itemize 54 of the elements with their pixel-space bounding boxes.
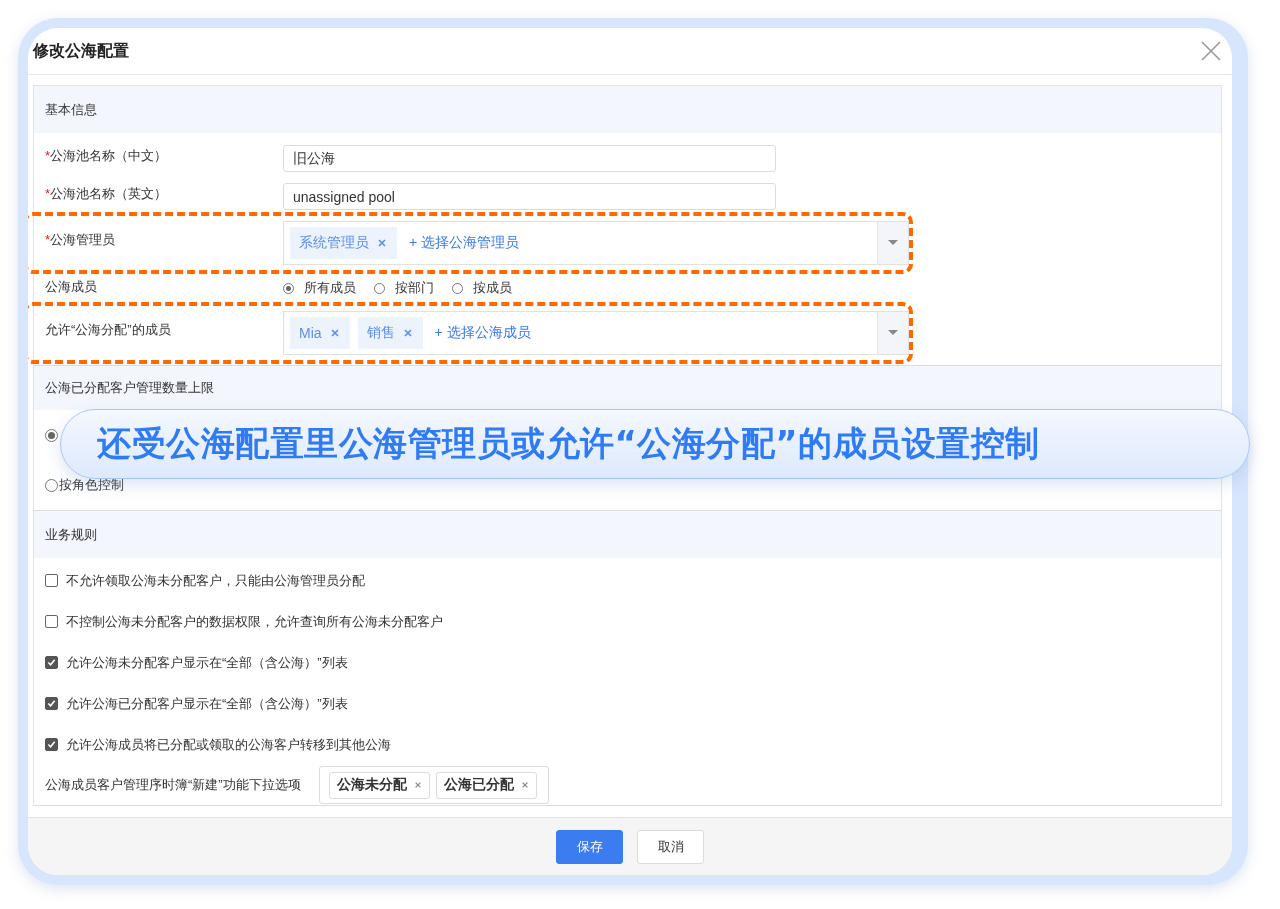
remove-icon[interactable] <box>413 781 422 789</box>
add-link[interactable]: + 选择公海成员 <box>434 324 531 342</box>
radio-option[interactable]: 按成员 <box>452 279 512 297</box>
radio-option[interactable]: 所有成员 <box>283 279 356 297</box>
remove-icon[interactable] <box>520 781 529 789</box>
checkbox[interactable] <box>45 656 58 669</box>
checkbox-label: 允许公海未分配客户显示在“全部（含公海）”列表 <box>66 653 348 672</box>
text-input[interactable]: unassigned pool <box>283 183 776 210</box>
caret-icon <box>888 330 898 336</box>
callout-text: 还受公海配置里公海管理员或允许“公海分配”的成员设置控制 <box>97 422 1040 465</box>
field-label: *公海池名称（英文） <box>44 185 169 203</box>
radio-icon[interactable] <box>374 282 385 294</box>
radio-label[interactable]: 按角色控制 <box>59 476 124 494</box>
radio-icon[interactable] <box>45 428 58 442</box>
checkbox[interactable] <box>45 738 58 751</box>
checkbox-label: 不控制公海未分配客户的数据权限，允许查询所有公海未分配客户 <box>66 612 443 631</box>
multi-select[interactable]: 系统管理员 + 选择公海管理员 <box>283 221 909 265</box>
radio-icon[interactable] <box>452 282 463 294</box>
checkbox[interactable] <box>45 615 58 628</box>
dropdown-toggle[interactable] <box>877 312 908 354</box>
section-title: 公海已分配客户管理数量上限 <box>45 379 214 397</box>
checkbox-label: 允许公海已分配客户显示在“全部（含公海）”列表 <box>66 694 348 713</box>
remove-icon[interactable] <box>329 328 340 338</box>
selected-tag: 销售 <box>357 317 423 349</box>
field-label: *公海池名称（中文） <box>44 147 169 165</box>
checkbox[interactable] <box>45 574 58 587</box>
section-title: 业务规则 <box>45 525 97 544</box>
radio-icon[interactable] <box>45 478 58 492</box>
multi-select[interactable]: Mia 销售 + 选择公海成员 <box>283 311 909 355</box>
option-tag: 公海已分配 <box>435 771 537 799</box>
cancel-button[interactable]: 取消 <box>637 829 704 864</box>
dropdown-toggle[interactable] <box>877 222 908 264</box>
caret-icon <box>888 240 898 246</box>
save-button[interactable]: 保存 <box>556 829 623 864</box>
tag-input[interactable]: 公海未分配 公海已分配 <box>318 766 549 804</box>
dialog-title: 修改公海配置 <box>33 40 129 61</box>
checkbox[interactable] <box>45 697 58 710</box>
add-link[interactable]: + 选择公海管理员 <box>409 234 520 252</box>
checkbox-label: 允许公海成员将已分配或领取的公海客户转移到其他公海 <box>66 735 391 754</box>
radio-option[interactable]: 按部门 <box>374 279 434 297</box>
field-label: 公海成员 <box>44 278 98 296</box>
field-label: 允许“公海分配”的成员 <box>44 321 172 339</box>
field-label: 公海成员客户管理序时簿“新建”功能下拉选项 <box>45 776 301 794</box>
selected-tag: 系统管理员 <box>290 227 397 259</box>
checkbox-label: 不允许领取公海未分配客户，只能由公海管理员分配 <box>66 571 365 590</box>
field-label: *公海管理员 <box>44 231 117 249</box>
remove-icon[interactable] <box>402 328 413 338</box>
text-input[interactable]: 旧公海 <box>283 145 776 172</box>
remove-icon[interactable] <box>377 238 387 248</box>
option-tag: 公海未分配 <box>328 771 430 799</box>
selected-tag: Mia <box>290 317 350 349</box>
section-title: 基本信息 <box>45 100 97 119</box>
radio-icon[interactable] <box>283 282 294 294</box>
close-icon[interactable] <box>1200 40 1222 62</box>
